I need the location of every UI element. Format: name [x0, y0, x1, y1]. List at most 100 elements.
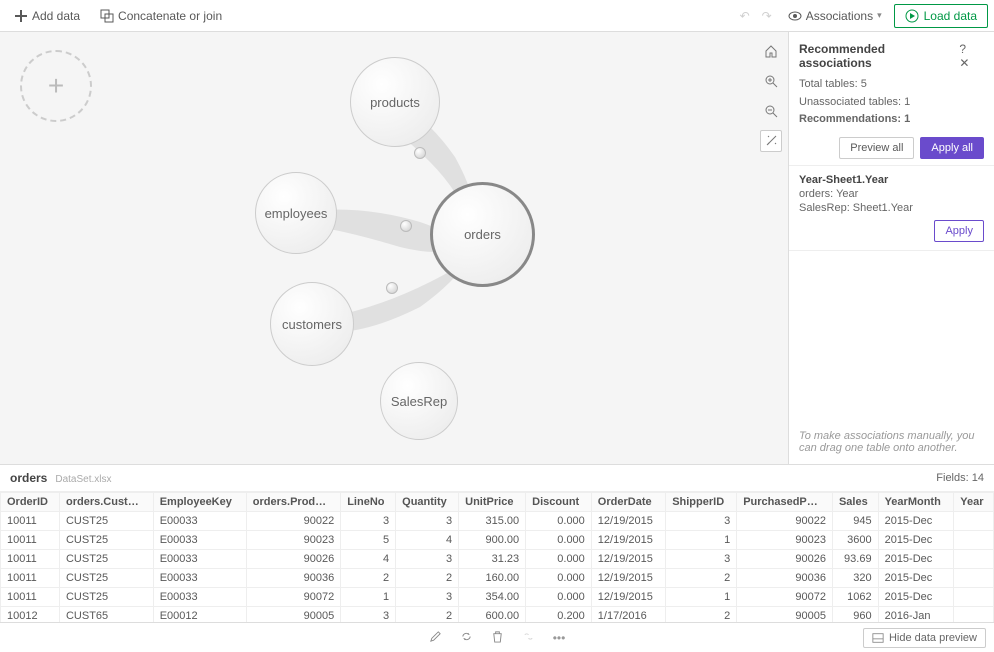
- help-icon[interactable]: ?: [959, 42, 966, 56]
- table-cell: 2: [666, 569, 737, 588]
- bubble-employees-label: employees: [265, 206, 328, 221]
- unlink-icon[interactable]: [522, 630, 535, 646]
- hide-preview-label: Hide data preview: [889, 632, 977, 644]
- table-cell: 2015-Dec: [878, 550, 954, 569]
- recommendation-item[interactable]: Year-Sheet1.Year orders: Year SalesRep: …: [789, 166, 994, 251]
- table-cell: 3: [666, 550, 737, 569]
- column-header[interactable]: Sales: [832, 493, 878, 512]
- add-data-label: Add data: [32, 9, 80, 23]
- assoc-node-products[interactable]: [414, 147, 426, 159]
- table-cell: 90036: [737, 569, 833, 588]
- bubble-customers[interactable]: customers: [270, 282, 354, 366]
- column-header[interactable]: UnitPrice: [459, 493, 526, 512]
- redo-icon[interactable]: ↷: [758, 5, 776, 27]
- apply-all-button[interactable]: Apply all: [920, 137, 984, 159]
- table-cell: 2: [666, 607, 737, 623]
- unassoc-tables-label: Unassociated tables:: [799, 96, 904, 108]
- associations-dropdown[interactable]: Associations ▾: [780, 5, 890, 27]
- assoc-node-employees[interactable]: [400, 220, 412, 232]
- column-header[interactable]: orders.Prod…: [246, 493, 340, 512]
- table-cell: 3: [396, 512, 459, 531]
- table-cell: 12/19/2015: [591, 531, 665, 550]
- assoc-node-customers[interactable]: [386, 282, 398, 294]
- table-row[interactable]: 10011CUST25E000339007213354.000.00012/19…: [1, 588, 994, 607]
- panel-title: Recommended associations: [799, 42, 953, 70]
- column-header[interactable]: PurchasedP…: [737, 493, 833, 512]
- zoom-out-icon[interactable]: [760, 100, 782, 122]
- table-cell: CUST25: [59, 512, 153, 531]
- panel-icon: [872, 632, 884, 644]
- close-panel-icon[interactable]: ✕: [959, 56, 969, 70]
- table-row[interactable]: 10011CUST25E00033900264331.230.00012/19/…: [1, 550, 994, 569]
- table-cell: E00033: [153, 569, 246, 588]
- bubble-orders[interactable]: orders: [430, 182, 535, 287]
- concat-join-button[interactable]: Concatenate or join: [92, 5, 230, 27]
- bubble-salesrep[interactable]: SalesRep: [380, 362, 458, 440]
- table-cell: 3: [396, 588, 459, 607]
- column-header[interactable]: Quantity: [396, 493, 459, 512]
- table-cell: 3: [396, 550, 459, 569]
- preview-table: OrderIDorders.Cust…EmployeeKeyorders.Pro…: [0, 492, 994, 622]
- fields-value: 14: [972, 472, 984, 484]
- bubble-products-label: products: [370, 95, 420, 110]
- rec-line-1: orders: Year: [799, 188, 984, 200]
- column-header[interactable]: OrderDate: [591, 493, 665, 512]
- home-zoom-icon[interactable]: [760, 40, 782, 62]
- associations-canvas[interactable]: + products employees orders customers Sa…: [0, 32, 788, 464]
- column-header[interactable]: Discount: [526, 493, 592, 512]
- table-cell: 4: [396, 531, 459, 550]
- table-cell: 90023: [737, 531, 833, 550]
- refresh-icon[interactable]: [460, 630, 473, 646]
- load-data-button[interactable]: Load data: [894, 4, 988, 28]
- table-cell: 90022: [737, 512, 833, 531]
- column-header[interactable]: orders.Cust…: [59, 493, 153, 512]
- rec-line-2: SalesRep: Sheet1.Year: [799, 202, 984, 214]
- recommendations-panel: Recommended associations ? ✕ Total table…: [788, 32, 994, 464]
- column-header[interactable]: Year: [954, 493, 994, 512]
- zoom-in-icon[interactable]: [760, 70, 782, 92]
- table-cell: 1062: [832, 588, 878, 607]
- table-cell: [954, 569, 994, 588]
- more-icon[interactable]: •••: [553, 631, 566, 645]
- table-cell: [954, 531, 994, 550]
- bubble-employees[interactable]: employees: [255, 172, 337, 254]
- panel-stats: Total tables: 5 Unassociated tables: 1 R…: [799, 76, 984, 129]
- table-cell: 2016-Jan: [878, 607, 954, 623]
- table-cell: 0.000: [526, 569, 592, 588]
- table-row[interactable]: 10011CUST25E000339002354900.000.00012/19…: [1, 531, 994, 550]
- column-header[interactable]: ShipperID: [666, 493, 737, 512]
- magic-wand-icon[interactable]: [760, 130, 782, 152]
- table-cell: 90005: [737, 607, 833, 623]
- table-cell: 2: [396, 607, 459, 623]
- table-cell: [954, 607, 994, 623]
- preview-all-button[interactable]: Preview all: [839, 137, 914, 159]
- concat-icon: [100, 9, 114, 23]
- bubble-salesrep-label: SalesRep: [391, 394, 447, 409]
- delete-icon[interactable]: [491, 630, 504, 646]
- table-cell: CUST25: [59, 550, 153, 569]
- hide-preview-button[interactable]: Hide data preview: [863, 628, 986, 648]
- table-cell: CUST25: [59, 531, 153, 550]
- concat-join-label: Concatenate or join: [118, 9, 222, 23]
- undo-icon[interactable]: ↶: [736, 5, 754, 27]
- column-header[interactable]: YearMonth: [878, 493, 954, 512]
- table-cell: 320: [832, 569, 878, 588]
- edit-icon[interactable]: [429, 630, 442, 646]
- table-cell: 2015-Dec: [878, 569, 954, 588]
- column-header[interactable]: LineNo: [341, 493, 396, 512]
- table-cell: [954, 588, 994, 607]
- column-header[interactable]: EmployeeKey: [153, 493, 246, 512]
- bubble-products[interactable]: products: [350, 57, 440, 147]
- add-data-button[interactable]: Add data: [6, 5, 88, 27]
- table-row[interactable]: 10011CUST25E000339002233315.000.00012/19…: [1, 512, 994, 531]
- add-table-placeholder[interactable]: +: [20, 50, 92, 122]
- top-toolbar: Add data Concatenate or join ↶ ↷ Associa…: [0, 0, 994, 32]
- table-cell: 31.23: [459, 550, 526, 569]
- preview-all-label: Preview all: [850, 142, 903, 154]
- table-cell: E00033: [153, 531, 246, 550]
- preview-grid[interactable]: OrderIDorders.Cust…EmployeeKeyorders.Pro…: [0, 491, 994, 622]
- column-header[interactable]: OrderID: [1, 493, 60, 512]
- table-row[interactable]: 10012CUST65E000129000532600.000.2001/17/…: [1, 607, 994, 623]
- table-row[interactable]: 10011CUST25E000339003622160.000.00012/19…: [1, 569, 994, 588]
- apply-rec-button[interactable]: Apply: [934, 220, 984, 242]
